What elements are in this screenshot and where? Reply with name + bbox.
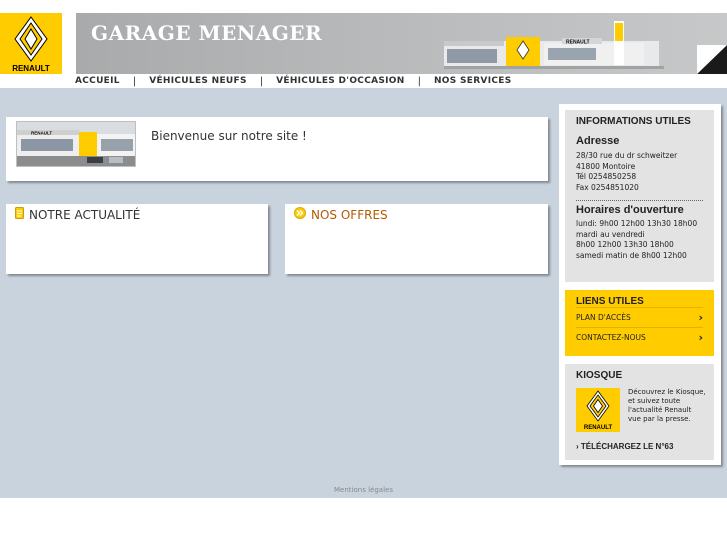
hours-line: 8h00 12h00 13h30 18h00 (576, 240, 674, 249)
photo-sign: RENAULT (31, 131, 52, 136)
nav-item-nos-services[interactable]: NOS SERVICES (434, 76, 512, 86)
renault-logo[interactable]: RENAULT (0, 13, 62, 74)
hours-line: samedi matin de 8h00 12h00 (576, 250, 687, 260)
address-heading: Adresse (576, 135, 620, 147)
double-chevron-icon (294, 207, 306, 222)
download-link[interactable]: › TÉLÉCHARGEZ LE N°63 (576, 442, 673, 451)
kiosk-panel: KIOSQUE RENAULT Découvrez le Kiosque, et… (565, 364, 714, 460)
corner-decoration (697, 45, 727, 74)
building-sign: RENAULT (566, 40, 590, 46)
kiosk-description: Découvrez le Kiosque, et suivez toute l'… (628, 388, 706, 423)
document-icon (15, 207, 24, 222)
welcome-message: Bienvenue sur notre site ! (151, 129, 307, 143)
offers-title-row[interactable]: NOS OFFRES (294, 207, 388, 222)
offers-box: NOS OFFRES (285, 204, 548, 274)
hours-line: lundi: 9h00 12h00 13h30 18h00 (576, 219, 698, 228)
main-nav: ACCUEIL | VÉHICULES NEUFS | VÉHICULES D'… (75, 75, 511, 87)
kiosk-logo-text: RENAULT (583, 425, 613, 431)
news-title-row[interactable]: NOTRE ACTUALITÉ (15, 207, 140, 222)
address-line: 41800 Montoire (576, 161, 636, 171)
info-title: INFORMATIONS UTILES (576, 116, 691, 127)
logo-text: RENAULT (12, 64, 50, 73)
fax-line: Fax 0254851020 (576, 182, 639, 192)
hours-heading: Horaires d'ouverture (576, 204, 684, 216)
phone-line: Tél 0254850258 (576, 172, 637, 181)
dotted-divider (576, 200, 703, 201)
link-contactez-nous[interactable]: CONTACTEZ-NOUS › (576, 327, 703, 347)
news-box: NOTRE ACTUALITÉ (6, 204, 268, 274)
renault-diamond-icon (586, 390, 610, 422)
main-content: RENAULT Bienvenue sur notre site ! NOTRE… (0, 88, 727, 498)
welcome-box: RENAULT Bienvenue sur notre site ! (6, 117, 548, 181)
news-title: NOTRE ACTUALITÉ (29, 207, 141, 222)
info-panel: INFORMATIONS UTILES Adresse 28/30 rue du… (565, 110, 714, 282)
renault-diamond-icon (14, 16, 48, 62)
hours-line: mardi au vendredi (576, 229, 645, 239)
dealership-building-image: RENAULT (444, 21, 664, 69)
header-banner: GARAGE MENAGER RENAULT (76, 13, 727, 74)
link-label: PLAN D'ACCÈS (576, 313, 631, 322)
dealership-photo-graphic: RENAULT (17, 122, 135, 166)
right-sidebar: INFORMATIONS UTILES Adresse 28/30 rue du… (559, 104, 721, 465)
nav-item-vehicules-occasion[interactable]: VÉHICULES D'OCCASION (276, 76, 404, 86)
chevron-right-icon: › (698, 311, 703, 324)
link-label: CONTACTEZ-NOUS (576, 333, 646, 342)
nav-separator: | (132, 75, 137, 87)
dealership-photo: RENAULT (16, 121, 136, 167)
nav-separator: | (259, 75, 264, 87)
nav-item-accueil[interactable]: ACCUEIL (75, 76, 120, 86)
useful-links-panel: LIENS UTILES PLAN D'ACCÈS › CONTACTEZ-NO… (565, 290, 714, 356)
chevron-right-icon: › (698, 331, 703, 344)
kiosk-title: KIOSQUE (576, 370, 623, 381)
kiosk-renault-logo[interactable]: RENAULT (576, 388, 620, 432)
nav-separator: | (417, 75, 421, 87)
nav-item-vehicules-neufs[interactable]: VÉHICULES NEUFS (149, 76, 247, 86)
link-plan-acces[interactable]: PLAN D'ACCÈS › (576, 307, 703, 327)
site-title: GARAGE MENAGER (91, 21, 323, 45)
links-title: LIENS UTILES (576, 296, 644, 307)
offers-title: NOS OFFRES (311, 207, 388, 222)
address-line: 28/30 rue du dr schweitzer (576, 151, 678, 160)
legal-mentions-link[interactable]: Mentions légales (0, 486, 727, 494)
